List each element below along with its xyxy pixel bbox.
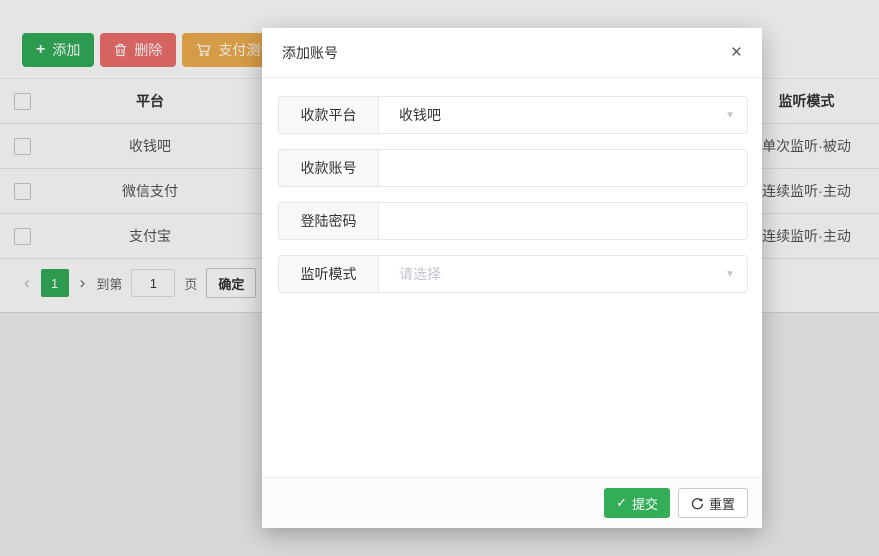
modal-body: 收款平台 ▼ 收款账号 登陆密码 监听模式 ▼ (262, 78, 762, 477)
field-payment-platform: 收款平台 ▼ (278, 96, 748, 134)
payment-platform-select[interactable]: ▼ (379, 97, 747, 133)
refresh-icon (691, 497, 704, 510)
field-label: 监听模式 (279, 256, 379, 292)
reset-button[interactable]: 重置 (678, 488, 748, 518)
reset-button-label: 重置 (709, 494, 735, 513)
field-listen-mode: 监听模式 ▼ (278, 255, 748, 293)
payment-platform-value[interactable] (399, 107, 717, 123)
field-label: 收款账号 (279, 150, 379, 186)
listen-mode-select[interactable]: ▼ (379, 256, 747, 292)
field-label: 收款平台 (279, 97, 379, 133)
field-login-password: 登陆密码 (278, 202, 748, 240)
login-password-input[interactable] (399, 213, 735, 229)
modal-footer: ✓ 提交 重置 (262, 477, 762, 528)
check-icon: ✓ (616, 495, 627, 511)
close-icon[interactable]: × (731, 43, 742, 62)
chevron-down-icon[interactable]: ▼ (725, 110, 735, 121)
modal-header: 添加账号 × (262, 28, 762, 78)
submit-button-label: 提交 (632, 494, 658, 513)
submit-button[interactable]: ✓ 提交 (604, 488, 670, 518)
field-payment-account: 收款账号 (278, 149, 748, 187)
listen-mode-value[interactable] (399, 266, 717, 282)
field-label: 登陆密码 (279, 203, 379, 239)
add-account-modal: 添加账号 × 收款平台 ▼ 收款账号 登陆密码 监听模式 (262, 28, 762, 528)
payment-account-input[interactable] (399, 160, 735, 176)
chevron-down-icon[interactable]: ▼ (725, 269, 735, 280)
modal-title: 添加账号 (282, 43, 338, 63)
